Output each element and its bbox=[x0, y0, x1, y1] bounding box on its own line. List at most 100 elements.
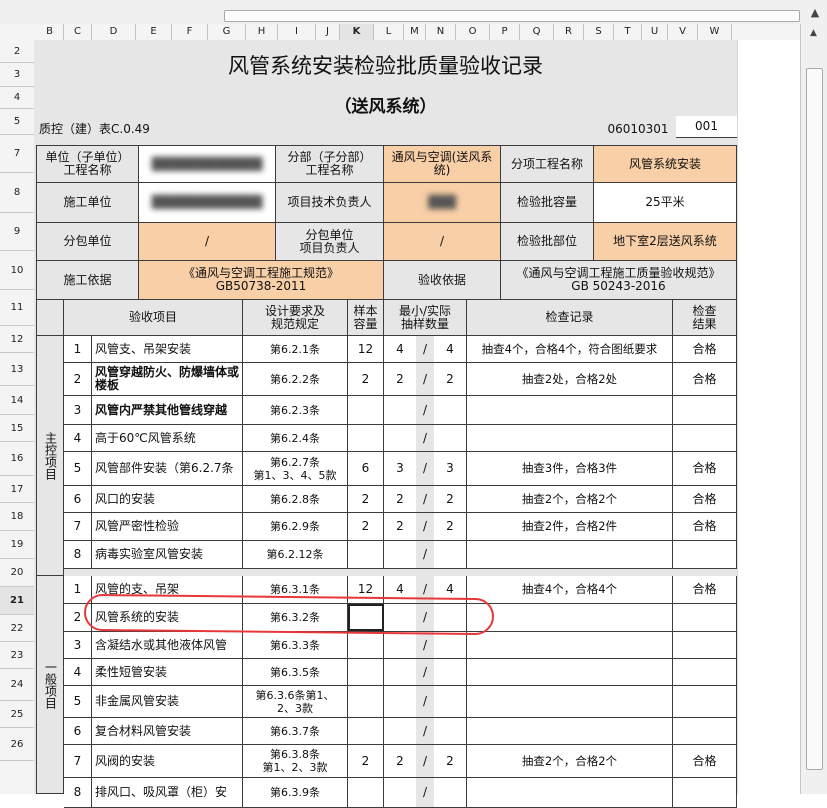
check-result[interactable]: 合格 bbox=[673, 745, 737, 778]
row-number[interactable]: 4 bbox=[64, 659, 92, 686]
check-result[interactable]: 合格 bbox=[673, 576, 737, 604]
design-clause[interactable]: 第6.2.9条 bbox=[243, 513, 348, 541]
row-header-19[interactable]: 19 bbox=[0, 531, 34, 559]
row-header-16[interactable]: 16 bbox=[0, 442, 34, 476]
check-result[interactable] bbox=[673, 686, 737, 718]
column-header-W[interactable]: W bbox=[698, 24, 732, 40]
unit-value[interactable]: ████████████ bbox=[139, 145, 276, 183]
row-header-9[interactable]: 9 bbox=[0, 213, 34, 251]
row-number[interactable]: 7 bbox=[64, 513, 92, 541]
check-record[interactable] bbox=[467, 686, 673, 718]
min-sample[interactable] bbox=[384, 718, 416, 745]
column-header-P[interactable]: P bbox=[490, 24, 520, 40]
sample-count[interactable] bbox=[348, 778, 384, 808]
min-sample[interactable] bbox=[384, 396, 416, 425]
actual-sample[interactable]: 4 bbox=[434, 336, 467, 363]
sample-count[interactable] bbox=[348, 659, 384, 686]
design-clause[interactable]: 第6.3.7条 bbox=[243, 718, 348, 745]
actual-sample[interactable] bbox=[434, 718, 467, 745]
batch-location-value[interactable]: 地下室2层送风系统 bbox=[594, 223, 737, 261]
tech-lead-value[interactable]: ███ bbox=[384, 183, 501, 223]
check-result[interactable]: 合格 bbox=[673, 363, 737, 396]
sub-lead-value[interactable]: / bbox=[384, 223, 501, 261]
row-number[interactable]: 5 bbox=[64, 686, 92, 718]
row-header-18[interactable]: 18 bbox=[0, 503, 34, 531]
row-header-20[interactable]: 20 bbox=[0, 559, 34, 587]
check-result[interactable]: 合格 bbox=[673, 486, 737, 513]
row-number[interactable]: 6 bbox=[64, 486, 92, 513]
sample-count[interactable]: 2 bbox=[348, 363, 384, 396]
item-name[interactable]: 含凝结水或其他液体风管 bbox=[92, 632, 243, 659]
result-header[interactable]: 检查 结果 bbox=[673, 300, 737, 336]
row-header-15[interactable]: 15 bbox=[0, 415, 34, 442]
check-result[interactable] bbox=[673, 541, 737, 569]
row-header-22[interactable]: 22 bbox=[0, 615, 34, 642]
row-header-3[interactable]: 3 bbox=[0, 63, 34, 87]
acceptance-basis-label[interactable]: 验收依据 bbox=[384, 261, 501, 300]
check-record[interactable] bbox=[467, 604, 673, 632]
check-record[interactable] bbox=[467, 541, 673, 569]
actual-sample[interactable]: 2 bbox=[434, 486, 467, 513]
item-name[interactable]: 风管部件安装（第6.2.7条 bbox=[92, 452, 243, 486]
item-name[interactable]: 柔性短管安装 bbox=[92, 659, 243, 686]
min-sample[interactable]: 2 bbox=[384, 363, 416, 396]
check-result[interactable] bbox=[673, 425, 737, 452]
min-actual-header[interactable]: 最小/实际 抽样数量 bbox=[384, 300, 467, 336]
row-header-23[interactable]: 23 bbox=[0, 642, 34, 669]
column-header-T[interactable]: T bbox=[614, 24, 642, 40]
unit-label[interactable]: 单位（子单位） 工程名称 bbox=[36, 145, 139, 183]
row-number[interactable]: 1 bbox=[64, 336, 92, 363]
min-sample[interactable] bbox=[384, 686, 416, 718]
actual-sample[interactable]: 3 bbox=[434, 452, 467, 486]
column-header-Q[interactable]: Q bbox=[520, 24, 554, 40]
min-sample[interactable]: 2 bbox=[384, 486, 416, 513]
subdivision-label[interactable]: 分部（子分部） 工程名称 bbox=[276, 145, 384, 183]
item-name[interactable]: 风阀的安装 bbox=[92, 745, 243, 778]
row-header-5[interactable]: 5 bbox=[0, 109, 34, 135]
check-result[interactable] bbox=[673, 659, 737, 686]
design-header[interactable]: 设计要求及 规范规定 bbox=[243, 300, 348, 336]
batch-capacity-value[interactable]: 25平米 bbox=[594, 183, 737, 223]
sub-lead-label[interactable]: 分包单位 项目负责人 bbox=[276, 223, 384, 261]
actual-sample[interactable] bbox=[434, 541, 467, 569]
doc-number[interactable]: 06010301 bbox=[600, 118, 676, 140]
sample-count[interactable] bbox=[348, 686, 384, 718]
check-record[interactable] bbox=[467, 718, 673, 745]
min-sample[interactable]: 2 bbox=[384, 745, 416, 778]
row-header-24[interactable]: 24 bbox=[0, 669, 34, 701]
check-record[interactable]: 抽查2个，合格2个 bbox=[467, 745, 673, 778]
column-header-S[interactable]: S bbox=[584, 24, 614, 40]
sample-count[interactable] bbox=[348, 396, 384, 425]
sample-count[interactable]: 12 bbox=[348, 336, 384, 363]
design-clause[interactable]: 第6.3.5条 bbox=[243, 659, 348, 686]
min-sample[interactable] bbox=[384, 541, 416, 569]
subcontractor-label[interactable]: 分包单位 bbox=[36, 223, 139, 261]
check-record[interactable]: 抽查2处，合格2处 bbox=[467, 363, 673, 396]
sample-count[interactable]: 2 bbox=[348, 486, 384, 513]
check-result[interactable] bbox=[673, 396, 737, 425]
sample-count[interactable] bbox=[348, 718, 384, 745]
min-sample[interactable]: 4 bbox=[384, 336, 416, 363]
design-clause[interactable]: 第6.3.9条 bbox=[243, 778, 348, 808]
basis-label[interactable]: 施工依据 bbox=[36, 261, 139, 300]
row-number[interactable]: 8 bbox=[64, 778, 92, 808]
row-header-13[interactable]: 13 bbox=[0, 353, 34, 386]
check-record[interactable] bbox=[467, 396, 673, 425]
row-number[interactable]: 3 bbox=[64, 396, 92, 425]
check-result[interactable] bbox=[673, 604, 737, 632]
main-group-label[interactable]: 主控项目 bbox=[36, 336, 64, 576]
design-clause[interactable]: 第6.3.6条第1、 2、3款 bbox=[243, 686, 348, 718]
record-header[interactable]: 检查记录 bbox=[467, 300, 673, 336]
check-result[interactable]: 合格 bbox=[673, 336, 737, 363]
item-name[interactable]: 非金属风管安装 bbox=[92, 686, 243, 718]
row-header-25[interactable]: 25 bbox=[0, 701, 34, 728]
design-clause[interactable]: 第6.2.4条 bbox=[243, 425, 348, 452]
row-number[interactable]: 2 bbox=[64, 363, 92, 396]
subdivision-value[interactable]: 通风与空调(送风系统) bbox=[384, 145, 501, 183]
column-header-C[interactable]: C bbox=[64, 24, 92, 40]
column-header-H[interactable]: H bbox=[246, 24, 278, 40]
item-name[interactable]: 风口的安装 bbox=[92, 486, 243, 513]
item-name[interactable]: 排风口、吸风罩（柜）安 bbox=[92, 778, 243, 808]
subcontractor-value[interactable]: / bbox=[139, 223, 276, 261]
row-header-2[interactable]: 2 bbox=[0, 40, 34, 63]
